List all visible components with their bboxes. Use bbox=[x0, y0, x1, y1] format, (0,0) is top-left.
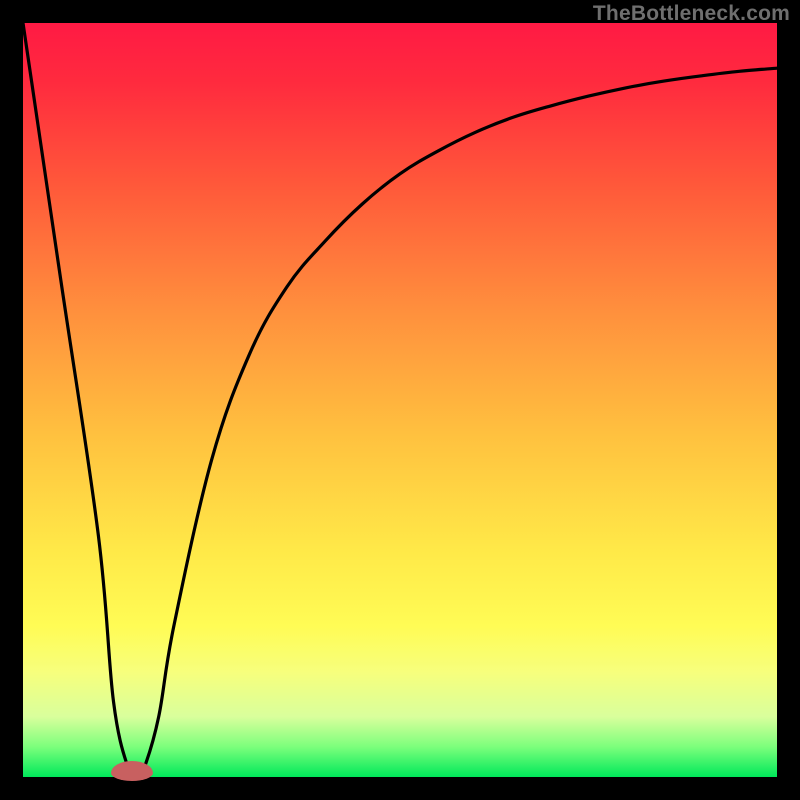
curve-path bbox=[23, 23, 777, 778]
watermark-text: TheBottleneck.com bbox=[593, 2, 790, 26]
bottleneck-curve bbox=[23, 23, 777, 777]
chart-frame: TheBottleneck.com bbox=[0, 0, 800, 800]
bottleneck-marker bbox=[111, 761, 153, 781]
plot-area bbox=[23, 23, 777, 777]
